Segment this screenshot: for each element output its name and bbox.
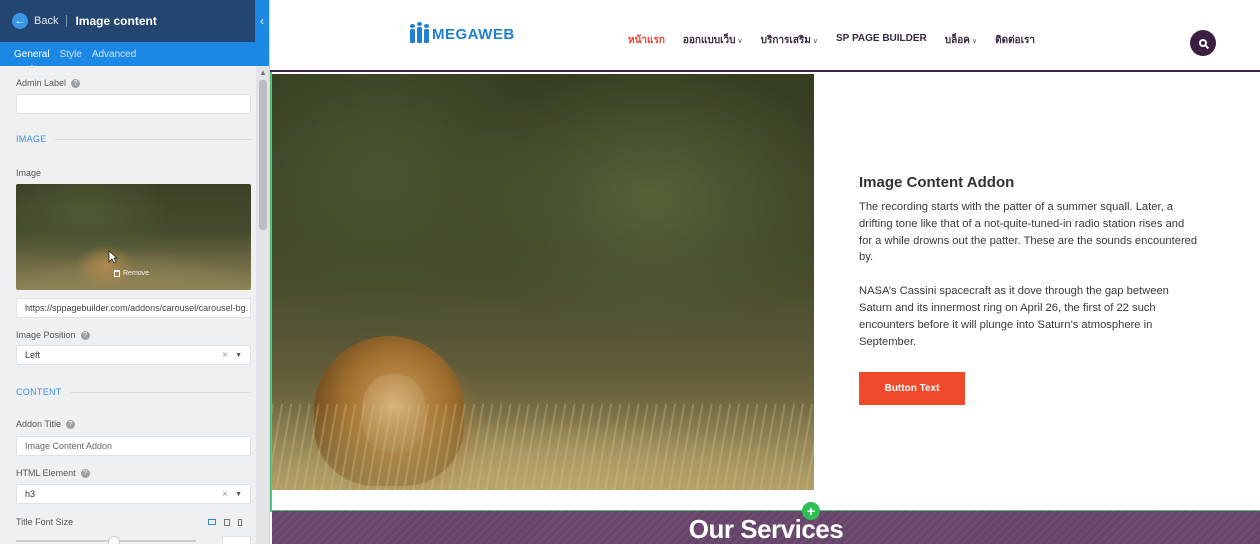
panel-title: Image content — [75, 14, 157, 28]
menu-item-services[interactable]: บริการเสริม ∨ — [761, 33, 818, 48]
desktop-icon[interactable] — [208, 519, 216, 525]
logo-people-icon — [410, 21, 429, 43]
editor-panel: ← Back Image content ‹ General Style Adv… — [0, 0, 270, 544]
title-font-size-label: Title Font Size — [16, 517, 73, 527]
arrow-left-icon[interactable]: ← — [12, 13, 28, 29]
select-value: Left — [25, 350, 41, 360]
chevron-down-icon: ∨ — [812, 38, 819, 45]
remove-label: Remove — [123, 270, 150, 277]
menu-item-home[interactable]: หน้าแรก — [628, 33, 665, 48]
menu-item-web-design[interactable]: ออกแบบเว็บ ∨ — [683, 33, 743, 48]
header-separator — [66, 15, 68, 27]
image-label: Image — [16, 168, 41, 178]
panel-header: ← Back Image content ‹ — [0, 0, 269, 42]
scroll-up-icon[interactable]: ▲ — [259, 68, 267, 77]
search-button[interactable] — [1190, 30, 1216, 56]
addon-title-label: Addon Title ? — [16, 419, 76, 429]
chevron-down-icon[interactable]: ▼ — [235, 491, 242, 498]
help-icon[interactable]: ? — [80, 330, 90, 340]
grass-overlay — [272, 404, 814, 490]
site-logo[interactable]: MEGAWEB — [410, 21, 515, 43]
section-heading: CONTENT — [16, 387, 62, 397]
field-label: Addon Title — [16, 419, 62, 429]
admin-label-label: Admin Label ? — [16, 78, 81, 88]
tab-style[interactable]: Style — [60, 49, 82, 60]
content-paragraph: The recording starts with the patter of … — [859, 201, 1198, 264]
field-label: Image Position — [16, 330, 76, 340]
tablet-icon[interactable] — [224, 519, 230, 526]
font-size-slider-track[interactable] — [16, 540, 196, 542]
remove-image-button[interactable]: Remove — [114, 270, 149, 277]
logo-text: MEGAWEB — [432, 26, 515, 43]
select-value: h3 — [25, 489, 36, 499]
html-element-label: HTML Element ? — [16, 468, 90, 478]
image-url-input[interactable]: https://sppagebuilder.com/addons/carouse… — [16, 298, 251, 318]
help-icon[interactable]: ? — [80, 468, 90, 478]
section-divider — [69, 391, 251, 393]
plus-icon: + — [806, 503, 816, 519]
menu-item-blog[interactable]: บล็อค ∨ — [945, 33, 977, 48]
services-title: Our Services — [688, 514, 844, 544]
panel-scrollbar[interactable]: ▲ — [256, 66, 269, 544]
section-image: IMAGE — [16, 134, 251, 144]
site-header: MEGAWEB หน้าแรก ออกแบบเว็บ ∨ บริการเสริม ∨… — [270, 0, 1260, 72]
font-size-slider-handle[interactable] — [108, 536, 120, 544]
section-divider — [54, 138, 251, 140]
main-menu: หน้าแรก ออกแบบเว็บ ∨ บริการเสริม ∨ SP PAGE… — [628, 33, 1035, 48]
cta-button[interactable]: Button Text — [859, 372, 965, 405]
image-position-label: Image Position ? — [16, 330, 90, 340]
field-label: HTML Element — [16, 468, 76, 478]
site-preview: MEGAWEB หน้าแรก ออกแบบเว็บ ∨ บริการเสริม ∨… — [270, 0, 1260, 544]
field-label: Admin Label — [16, 78, 67, 88]
help-icon[interactable]: ? — [71, 78, 81, 88]
menu-item-contact[interactable]: ติดต่อเรา — [995, 33, 1035, 48]
content-paragraph: NASA’s Cassini spacecraft as it dove thr… — [859, 285, 1169, 348]
image-position-select[interactable]: Left × ▼ — [16, 345, 251, 365]
menu-item-sp-page-builder[interactable]: SP PAGE BUILDER — [836, 33, 927, 48]
trash-icon — [114, 270, 120, 277]
scrollbar-thumb[interactable] — [259, 80, 267, 230]
chevron-down-icon: ∨ — [737, 38, 743, 45]
chevron-left-icon[interactable]: ‹ — [255, 0, 269, 42]
clear-icon[interactable]: × — [222, 489, 228, 500]
font-size-input[interactable] — [222, 536, 251, 544]
field-label: Title Font Size — [16, 517, 74, 527]
back-button[interactable]: Back — [34, 15, 58, 27]
field-label: Image — [16, 168, 42, 178]
html-element-select[interactable]: h3 × ▼ — [16, 484, 251, 504]
mobile-icon[interactable] — [238, 519, 242, 526]
tab-advanced[interactable]: Advanced — [92, 49, 136, 60]
content-title: Image Content Addon — [859, 174, 1015, 191]
panel-tabs: General Style Advanced — [0, 42, 269, 70]
addon-title-input[interactable]: Image Content Addon — [16, 436, 251, 456]
device-switcher — [208, 519, 242, 526]
chevron-down-icon: ∨ — [971, 38, 978, 45]
image-content-text: Image Content Addon The recording starts… — [859, 174, 1199, 367]
tab-general[interactable]: General — [14, 49, 50, 70]
lion-image — [272, 74, 814, 490]
search-icon — [1199, 39, 1207, 47]
help-icon[interactable]: ? — [66, 419, 76, 429]
mouse-cursor-icon — [108, 250, 118, 264]
add-section-button[interactable]: + — [802, 502, 820, 520]
chevron-down-icon[interactable]: ▼ — [235, 352, 242, 359]
section-content: CONTENT — [16, 387, 251, 397]
clear-icon[interactable]: × — [222, 350, 228, 361]
admin-label-input[interactable] — [16, 94, 251, 114]
services-section: Our Services — [272, 511, 1260, 544]
image-preview[interactable]: Remove — [16, 184, 251, 290]
section-heading: IMAGE — [16, 134, 47, 144]
